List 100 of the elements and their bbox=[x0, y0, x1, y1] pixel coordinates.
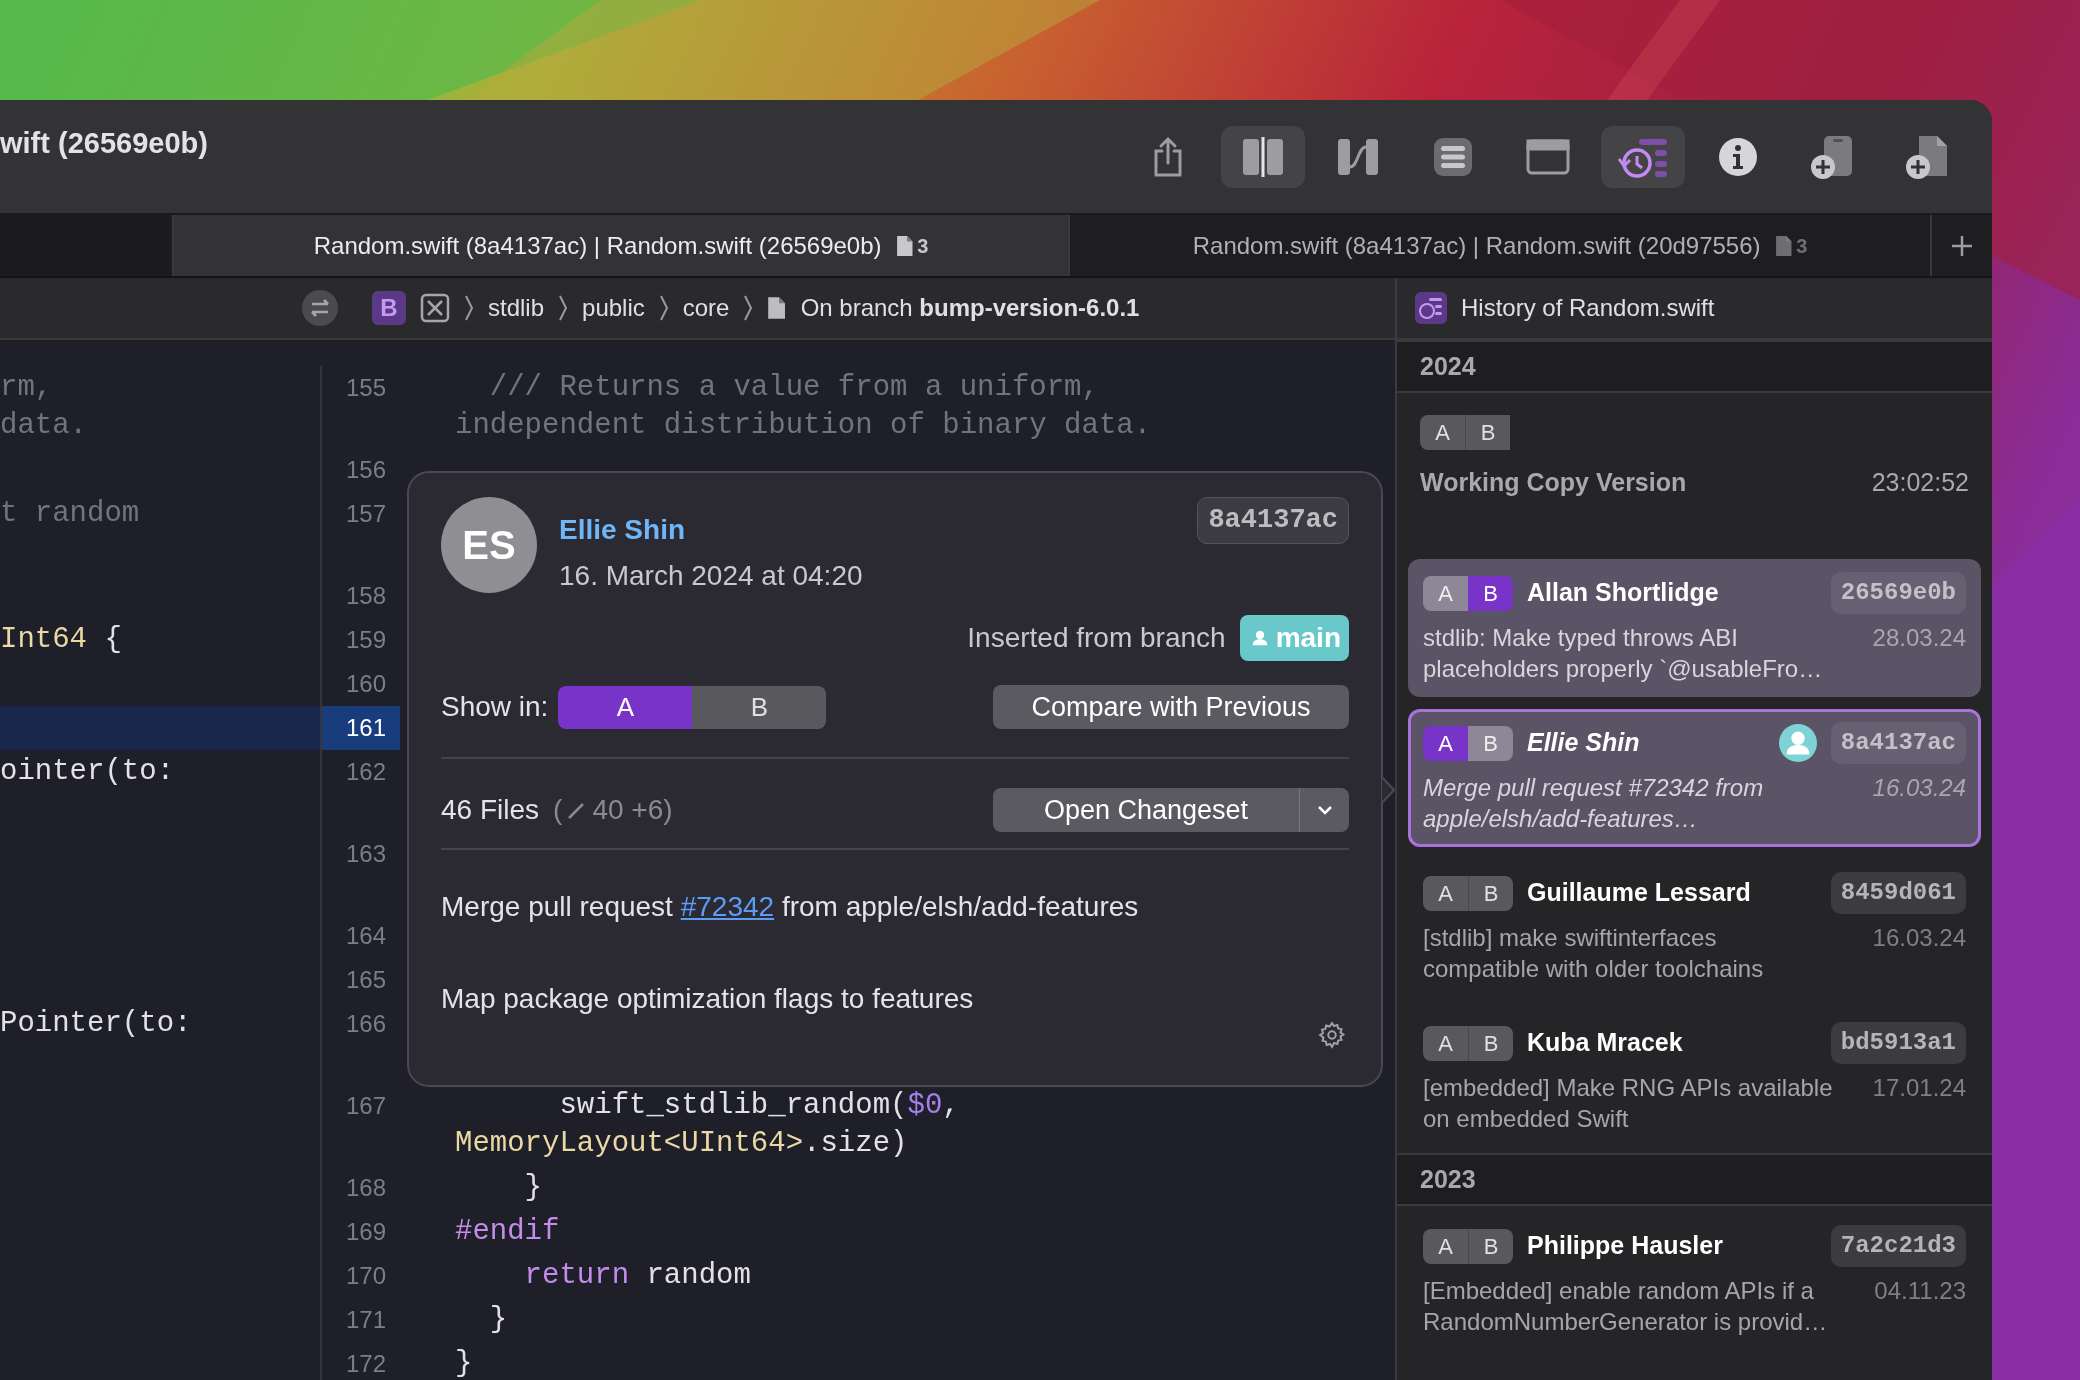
code-line: MemoryLayout<UInt64>.size) bbox=[455, 1126, 908, 1162]
compare-button[interactable]: Compare with Previous bbox=[993, 685, 1349, 729]
version-toggle[interactable]: B bbox=[1465, 415, 1510, 450]
version-toggle[interactable]: B bbox=[1468, 875, 1513, 911]
line-number: 164 bbox=[344, 921, 387, 951]
chevron-icon bbox=[743, 294, 754, 322]
version-toggle[interactable]: A bbox=[1420, 415, 1465, 450]
line-number: 165 bbox=[344, 965, 387, 995]
commit-hash: bd5913a1 bbox=[1830, 1022, 1966, 1064]
commit-date: 16.03.24 bbox=[1872, 773, 1966, 803]
user-icon bbox=[1778, 724, 1817, 762]
author-name[interactable]: Ellie Shin bbox=[559, 509, 863, 551]
version-toggle[interactable]: B bbox=[1468, 1228, 1513, 1264]
editor-tab[interactable]: Random.swift (8a4137ac) | Random.swift (26569e0b) 3 bbox=[172, 215, 1068, 276]
code-line: ointer(to: bbox=[0, 754, 175, 790]
window-icon bbox=[1526, 138, 1570, 175]
chevron-icon bbox=[464, 294, 474, 322]
year-header: 2024 bbox=[1397, 340, 1992, 393]
history-button[interactable] bbox=[1601, 125, 1685, 188]
plus-icon bbox=[1950, 233, 1974, 258]
chevron-icon bbox=[658, 294, 669, 322]
line-number: 169 bbox=[344, 1217, 387, 1247]
code-line: /// Returns a value from a uniform, bbox=[488, 370, 1099, 406]
version-toggle[interactable]: B bbox=[1468, 1025, 1513, 1061]
version-toggle[interactable]: A bbox=[1423, 875, 1468, 911]
diff-icon bbox=[1336, 136, 1380, 177]
commit-message: [stdlib] make swiftinterfaces compatible with older toolchains bbox=[1423, 923, 1765, 984]
author-name: Allan Shortlidge bbox=[1527, 577, 1719, 609]
commit-date: 28.03.24 bbox=[1872, 623, 1966, 653]
code-line: data. bbox=[0, 408, 87, 444]
commit-message: [Embedded] enable random APIs if a RandomNumberGenerator is provid… bbox=[1423, 1276, 1829, 1337]
line-number: 160 bbox=[344, 669, 387, 699]
swap-icon[interactable] bbox=[302, 290, 338, 326]
version-toggle[interactable]: A bbox=[1423, 725, 1468, 761]
code-line: #endif bbox=[455, 1214, 560, 1250]
commit-body: Map package optimization flags to features bbox=[441, 982, 975, 1016]
file-icon bbox=[895, 234, 914, 257]
code-line: rm, bbox=[0, 370, 53, 406]
history-icon bbox=[1415, 292, 1447, 324]
entry-time: 23:02:52 bbox=[1871, 467, 1969, 498]
show-in-label: Show in: bbox=[441, 690, 549, 724]
split-view-button[interactable] bbox=[1221, 125, 1305, 188]
line-number: 162 bbox=[344, 757, 387, 787]
chevron-icon bbox=[558, 294, 569, 322]
author-name: Guillaume Lessard bbox=[1527, 877, 1751, 909]
commit-card[interactable]: A B Ellie Shin 8a4137ac Merge pull request #72342 from apple/elsh/add-features… 16.03.24 bbox=[1408, 709, 1981, 847]
version-toggle[interactable]: B bbox=[1468, 575, 1513, 611]
history-title: History of Random.swift bbox=[1461, 293, 1715, 323]
year-header: 2023 bbox=[1397, 1153, 1992, 1206]
breadcrumb-item[interactable]: public bbox=[582, 290, 645, 326]
code-line: independent distribution of binary data. bbox=[455, 408, 1152, 444]
line-number: 157 bbox=[344, 499, 387, 529]
commit-date: 16.03.24 bbox=[1872, 923, 1966, 953]
line-number: 171 bbox=[344, 1305, 387, 1335]
line-number: 167 bbox=[344, 1091, 387, 1121]
commit-card[interactable]: A B Guillaume Lessard 8459d061 [stdlib] make swiftinterfaces compatible with older toolchains 16.03.24 bbox=[1408, 859, 1981, 997]
file-icon bbox=[1774, 234, 1793, 257]
line-number: 170 bbox=[344, 1261, 387, 1291]
commit-card[interactable]: A B Philippe Hausler 7a2c21d3 [Embedded] enable random APIs if a RandomNumberGenerator is provid… 04.11.23 bbox=[1408, 1212, 1981, 1350]
code-line: } bbox=[488, 1302, 508, 1338]
author-name: Kuba Mracek bbox=[1527, 1027, 1683, 1059]
line-number: 155 bbox=[344, 373, 387, 403]
commit-card[interactable]: A B Kuba Mracek bd5913a1 [embedded] Make RNG APIs available on embedded Swift 17.01.24 bbox=[1408, 1009, 1981, 1147]
chevron-down-icon bbox=[1316, 805, 1333, 815]
segment-option[interactable]: B bbox=[692, 685, 827, 729]
commit-message: Merge pull request #72342 from apple/elsh/add-features… bbox=[1423, 773, 1765, 834]
commit-hash: 8a4137ac bbox=[1830, 722, 1966, 764]
pull-request-link[interactable]: #72342 bbox=[680, 891, 775, 922]
list-icon bbox=[1433, 136, 1473, 177]
code-line: Pointer(to: bbox=[0, 1006, 192, 1042]
file-count: 3 bbox=[1796, 233, 1808, 259]
code-line: t random bbox=[0, 496, 140, 532]
inserted-label: Inserted from branch bbox=[967, 621, 1226, 655]
commit-hash: 7a2c21d3 bbox=[1830, 1225, 1966, 1267]
breadcrumb-item[interactable]: core bbox=[682, 290, 730, 326]
line-number: 156 bbox=[344, 455, 387, 485]
breadcrumb-item[interactable]: stdlib bbox=[488, 290, 545, 326]
line-number: 158 bbox=[344, 581, 387, 611]
segment-option[interactable]: A bbox=[558, 685, 693, 729]
line-number: 168 bbox=[344, 1173, 387, 1203]
commit-date: 04.11.23 bbox=[1874, 1276, 1966, 1306]
version-toggle[interactable]: A bbox=[1423, 1228, 1468, 1264]
author-name: Philippe Hausler bbox=[1527, 1230, 1723, 1262]
version-toggle[interactable]: A bbox=[1423, 1025, 1468, 1061]
code-line: Int64 { bbox=[0, 622, 122, 658]
file-count: 3 bbox=[917, 233, 929, 259]
commit-card[interactable]: A B Allan Shortlidge 26569e0b stdlib: Make typed throws ABI placeholders properly `@usableFro… 28.03.24 bbox=[1408, 559, 1981, 697]
window-title: wift (26569e0b) bbox=[0, 126, 208, 161]
file-icon bbox=[767, 296, 787, 320]
commit-date: 17.01.24 bbox=[1872, 1073, 1966, 1103]
line-number: 172 bbox=[344, 1349, 387, 1379]
author-name: Ellie Shin bbox=[1527, 727, 1640, 759]
settings-icon[interactable] bbox=[1317, 1020, 1347, 1050]
code-line: swift_stdlib_random($0, bbox=[558, 1088, 960, 1124]
close-box-icon[interactable] bbox=[420, 293, 450, 323]
code-line: return random bbox=[523, 1258, 751, 1294]
commit-message: stdlib: Make typed throws ABI placeholders properly `@usableFro… bbox=[1423, 623, 1824, 684]
version-badge: B bbox=[372, 291, 406, 325]
entry-title: Working Copy Version bbox=[1420, 467, 1687, 498]
commit-date: 16. March 2024 at 04:20 bbox=[559, 559, 863, 593]
